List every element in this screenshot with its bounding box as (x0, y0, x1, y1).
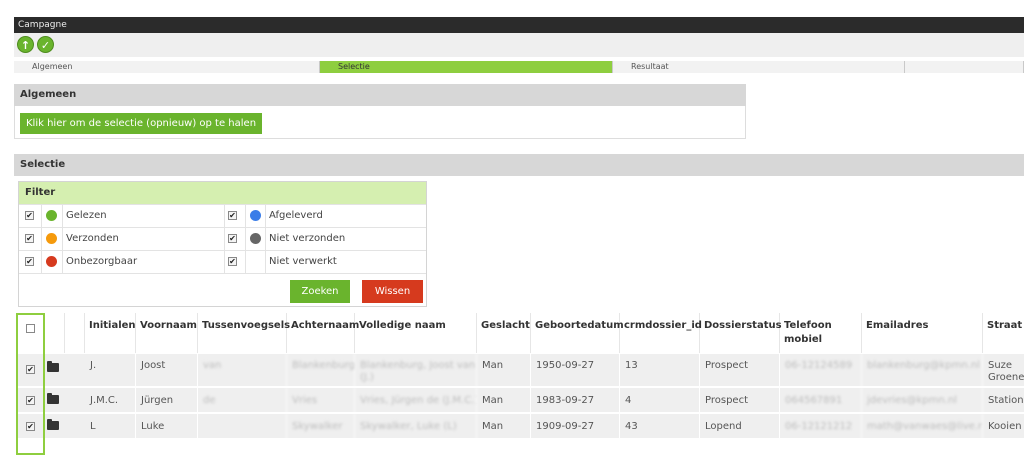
filter-niet-verzonden-checkbox[interactable]: ✔ (228, 234, 237, 243)
cell-volledige-naam: Skywalker, Luke (L) (355, 414, 477, 439)
cell-initialen: J.M.C. (85, 388, 136, 413)
filter-afgeleverd-label: Afgeleverd (269, 210, 323, 221)
column-header[interactable]: Straat (983, 313, 1024, 353)
filter-verzonden-label: Verzonden (66, 233, 119, 244)
status-dot-red-icon (46, 256, 57, 267)
cell-dossierstatus: Lopend (700, 414, 780, 439)
select-all-checkbox[interactable] (26, 324, 35, 333)
cell-emailadres: blankenburg@kpmn.nl (862, 354, 983, 387)
table-row[interactable]: ✔ J. Joost van Blankenburg Blankenburg, … (18, 353, 1024, 387)
clear-button[interactable]: Wissen (362, 280, 423, 303)
tab-selectie[interactable]: Selectie (320, 61, 613, 73)
table-row[interactable]: ✔ L Luke Skywalker Skywalker, Luke (L) M… (18, 413, 1024, 439)
tab-algemeen[interactable]: Algemeen (14, 61, 320, 73)
section-algemeen-body: Klik hier om de selectie (opnieuw) op te… (14, 106, 746, 139)
tab-extra[interactable] (905, 61, 1024, 73)
cell-crmdossier-id: 43 (620, 414, 700, 439)
fetch-selection-button[interactable]: Klik hier om de selectie (opnieuw) op te… (20, 113, 263, 134)
move-up-button[interactable]: ↑ (17, 36, 34, 53)
cell-achternaam: Blankenburg (287, 354, 355, 387)
cell-straat: Station (988, 395, 1024, 406)
column-header[interactable]: Tussenvoegsels (198, 313, 290, 353)
cell-dossierstatus: Prospect (700, 354, 780, 387)
folder-icon[interactable] (47, 393, 59, 404)
cell-achternaam: Vries (287, 388, 355, 413)
row-checkbox[interactable]: ✔ (26, 422, 35, 431)
cell-initialen: J. (85, 354, 136, 387)
cell-emailadres: math@vanwaes@live.nl (862, 414, 983, 439)
table-row[interactable]: ✔ J.M.C. Jürgen de Vries Vries, Jürgen d… (18, 387, 1024, 413)
cell-voornaam: Jürgen (136, 388, 198, 413)
filter-title: Filter (19, 182, 426, 204)
cell-geboortedatum: 1983-09-27 (531, 388, 620, 413)
cell-volledige-naam: Vries, Jürgen de (J.M.C.) (355, 388, 477, 413)
filter-actions: Zoeken Wissen (19, 273, 426, 307)
section-selectie-title: Selectie (14, 154, 1024, 176)
column-header[interactable]: Geslacht (477, 313, 531, 353)
filter-afgeleverd-checkbox[interactable]: ✔ (228, 211, 237, 220)
cell-geboortedatum: 1909-09-27 (531, 414, 620, 439)
status-dot-blue-icon (250, 210, 261, 221)
filter-onbezorgbaar-checkbox[interactable]: ✔ (25, 257, 34, 266)
column-header[interactable]: crmdossier_id (620, 313, 702, 353)
cell-dossierstatus: Prospect (700, 388, 780, 413)
header-icon-col (45, 313, 65, 353)
section-algemeen-title: Algemeen (14, 84, 746, 106)
cell-telefoon-mobiel: 06-12121212 (780, 414, 862, 439)
column-header[interactable]: Geboortedatum (531, 313, 624, 353)
cell-crmdossier-id: 13 (620, 354, 700, 387)
status-dot-grey-icon (250, 233, 261, 244)
filter-row: ✔ Verzonden ✔ Niet verzonden (19, 227, 426, 250)
cell-telefoon-mobiel: 064567891 (780, 388, 862, 413)
column-header[interactable]: Telefoon mobiel (780, 313, 862, 353)
folder-icon[interactable] (47, 361, 59, 372)
status-dot-green-icon (46, 210, 57, 221)
filter-row: ✔ Onbezorgbaar ✔ Niet verwerkt (19, 250, 426, 273)
filter-row: ✔ Gelezen ✔ Afgeleverd (19, 204, 426, 227)
wizard-tabs: Algemeen Selectie Resultaat (14, 61, 1024, 73)
column-header[interactable]: Dossierstatus (700, 313, 782, 353)
header-blank-col (65, 313, 85, 353)
column-header[interactable]: Volledige naam (355, 313, 477, 353)
filter-niet-verwerkt-checkbox[interactable]: ✔ (228, 257, 237, 266)
cell-telefoon-mobiel: 06-12124589 (780, 354, 862, 387)
cell-straat: Suze Groene (988, 360, 1024, 383)
column-header[interactable]: Voornaam (136, 313, 198, 353)
toolbar: ↑ ✓ (14, 33, 1024, 57)
cell-emailadres: jdevries@kpmn.nl (862, 388, 983, 413)
filter-gelezen-label: Gelezen (66, 210, 107, 221)
search-button[interactable]: Zoeken (290, 280, 350, 303)
filter-niet-verzonden-label: Niet verzonden (269, 233, 346, 244)
select-all-cell (18, 313, 45, 353)
cell-voornaam: Joost (136, 354, 198, 387)
confirm-button[interactable]: ✓ (37, 36, 54, 53)
filter-gelezen-checkbox[interactable]: ✔ (25, 211, 34, 220)
cell-geslacht: Man (477, 414, 531, 439)
tab-resultaat[interactable]: Resultaat (613, 61, 905, 73)
cell-geslacht: Man (477, 354, 531, 387)
row-checkbox[interactable]: ✔ (26, 365, 35, 374)
cell-tussenvoegsels: de (198, 388, 287, 413)
window-title: Campagne (14, 17, 1024, 33)
cell-initialen: L (85, 414, 136, 439)
status-dot-orange-icon (46, 233, 57, 244)
column-header[interactable]: Initialen (85, 313, 136, 353)
cell-tussenvoegsels: van (198, 354, 287, 387)
cell-crmdossier-id: 4 (620, 388, 700, 413)
filter-niet-verwerkt-label: Niet verwerkt (269, 256, 337, 267)
cell-straat: Kooien (988, 421, 1022, 432)
column-header[interactable]: Emailadres (862, 313, 983, 353)
filter-panel: Filter ✔ Gelezen ✔ Afgeleverd ✔ Verzonde… (18, 181, 427, 307)
cell-volledige-naam: Blankenburg, Joost van (J.) (355, 354, 477, 387)
cell-tussenvoegsels (198, 414, 287, 439)
filter-onbezorgbaar-label: Onbezorgbaar (66, 256, 138, 267)
cell-voornaam: Luke (136, 414, 198, 439)
filter-verzonden-checkbox[interactable]: ✔ (25, 234, 34, 243)
cell-achternaam: Skywalker (287, 414, 355, 439)
cell-geslacht: Man (477, 388, 531, 413)
row-checkbox[interactable]: ✔ (26, 396, 35, 405)
column-header[interactable]: Achternaam (287, 313, 359, 353)
folder-icon[interactable] (47, 419, 59, 430)
cell-geboortedatum: 1950-09-27 (531, 354, 620, 387)
